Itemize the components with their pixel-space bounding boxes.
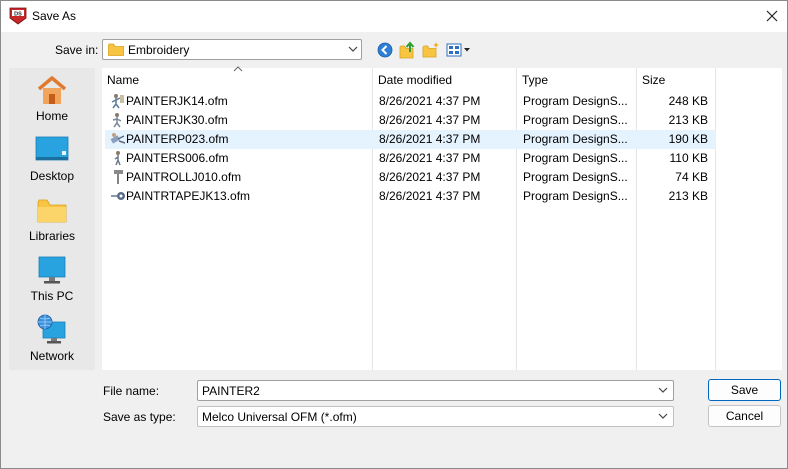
this-pc-icon xyxy=(38,256,66,284)
file-type: Program DesignS... xyxy=(523,189,628,203)
place-network[interactable]: Network xyxy=(9,312,95,370)
file-name-input[interactable]: PAINTER2 xyxy=(197,380,674,401)
sort-ascending-icon xyxy=(233,66,243,72)
file-name: PAINTERP023.ofm xyxy=(126,132,229,146)
file-name-value: PAINTER2 xyxy=(202,384,260,398)
file-size: 248 KB xyxy=(668,94,708,108)
file-name: PAINTERJK30.ofm xyxy=(126,113,228,127)
file-type: Program DesignS... xyxy=(523,132,628,146)
place-this-pc[interactable]: This PC xyxy=(9,252,95,310)
close-icon xyxy=(766,10,778,22)
file-name-label: File name: xyxy=(103,384,160,398)
column-header-size-label: Size xyxy=(642,73,666,87)
file-date: 8/26/2021 4:37 PM xyxy=(379,94,481,108)
embroidery-file-icon xyxy=(114,151,121,166)
up-folder-button[interactable] xyxy=(398,40,418,60)
cancel-button[interactable]: Cancel xyxy=(708,405,781,427)
column-header-type-label: Type xyxy=(522,73,549,87)
up-folder-icon xyxy=(399,41,415,59)
file-name: PAINTERS006.ofm xyxy=(126,151,229,165)
file-row[interactable]: PAINTERS006.ofm 8/26/2021 4:37 PM Progra… xyxy=(105,149,716,168)
save-as-type-value: Melco Universal OFM (*.ofm) xyxy=(202,410,357,424)
file-row[interactable]: PAINTRTAPEJK13.ofm 8/26/2021 4:37 PM Pro… xyxy=(105,187,716,206)
place-network-label: Network xyxy=(29,349,74,363)
embroidery-file-icon xyxy=(112,113,122,128)
file-date: 8/26/2021 4:37 PM xyxy=(379,113,481,127)
designshop-app-icon: DS xyxy=(9,7,27,25)
new-folder-icon xyxy=(422,42,439,58)
file-name: PAINTROLLJ010.ofm xyxy=(126,170,242,184)
window-title: Save As xyxy=(32,9,77,23)
save-as-type-label: Save as type: xyxy=(103,410,176,424)
column-header-type[interactable]: Type xyxy=(517,68,637,92)
file-size: 213 KB xyxy=(668,113,708,127)
file-date: 8/26/2021 4:37 PM xyxy=(379,189,481,203)
chevron-down-icon xyxy=(658,387,668,393)
chevron-down-icon xyxy=(348,46,358,52)
save-as-type-dropdown[interactable]: Melco Universal OFM (*.ofm) xyxy=(197,406,674,427)
svg-text:DS: DS xyxy=(14,11,22,17)
libraries-icon xyxy=(37,199,67,223)
file-date: 8/26/2021 4:37 PM xyxy=(379,151,481,165)
file-row[interactable]: PAINTROLLJ010.ofm 8/26/2021 4:37 PM Prog… xyxy=(105,168,716,187)
back-button[interactable] xyxy=(375,40,395,60)
desktop-icon xyxy=(35,136,69,161)
place-libraries[interactable]: Libraries xyxy=(9,192,95,250)
column-header-name-label: Name xyxy=(107,73,140,87)
view-menu-button[interactable] xyxy=(446,40,472,60)
file-size: 110 KB xyxy=(669,151,708,165)
file-row-selected[interactable]: PAINTERP023.ofm 8/26/2021 4:37 PM Progra… xyxy=(105,130,716,149)
file-type: Program DesignS... xyxy=(523,170,628,184)
place-desktop[interactable]: Desktop xyxy=(9,132,95,190)
place-home-label: Home xyxy=(35,109,68,123)
back-icon xyxy=(377,42,393,58)
file-date: 8/26/2021 4:37 PM xyxy=(379,170,481,184)
network-icon xyxy=(37,314,66,344)
file-type: Program DesignS... xyxy=(523,151,628,165)
place-desktop-label: Desktop xyxy=(29,169,75,183)
save-in-dropdown[interactable]: Embroidery xyxy=(102,39,362,60)
embroidery-file-icon xyxy=(111,94,124,109)
column-header-date[interactable]: Date modified xyxy=(373,68,517,92)
file-type: Program DesignS... xyxy=(523,94,628,108)
close-button[interactable] xyxy=(759,5,785,27)
save-as-dialog: DS Save As Save in: Embroidery Home Desk… xyxy=(0,0,788,469)
save-button[interactable]: Save xyxy=(708,379,781,401)
column-header-date-label: Date modified xyxy=(378,73,453,87)
home-icon xyxy=(37,76,67,104)
place-home[interactable]: Home xyxy=(9,72,95,130)
place-libraries-label: Libraries xyxy=(28,229,76,243)
embroidery-file-icon xyxy=(111,192,125,200)
view-menu-icon xyxy=(446,43,470,57)
save-in-value: Embroidery xyxy=(128,43,190,57)
file-name: PAINTRTAPEJK13.ofm xyxy=(126,189,251,203)
file-size: 74 KB xyxy=(675,170,708,184)
embroidery-file-icon xyxy=(114,170,123,184)
chevron-down-icon xyxy=(658,413,668,419)
column-header-name[interactable]: Name xyxy=(102,66,373,92)
file-list[interactable]: Name Date modified Type Size PAINTERJK14… xyxy=(102,66,782,370)
file-row[interactable]: PAINTERJK30.ofm 8/26/2021 4:37 PM Progra… xyxy=(105,111,716,130)
file-row[interactable]: PAINTERJK14.ofm 8/26/2021 4:37 PM Progra… xyxy=(105,92,716,111)
places-bar: Home Desktop Libraries This PC Network xyxy=(9,68,95,370)
title-bar: DS Save As xyxy=(1,1,787,32)
file-size: 213 KB xyxy=(668,189,708,203)
file-size: 190 KB xyxy=(668,132,708,146)
place-this-pc-label: This PC xyxy=(30,289,74,303)
embroidery-file-icon xyxy=(110,133,126,144)
file-date: 8/26/2021 4:37 PM xyxy=(379,132,481,146)
file-type: Program DesignS... xyxy=(523,113,628,127)
folder-icon xyxy=(108,43,124,56)
new-folder-button[interactable] xyxy=(421,40,441,60)
column-header-size[interactable]: Size xyxy=(637,68,716,92)
file-name: PAINTERJK14.ofm xyxy=(126,94,228,108)
save-in-label: Save in: xyxy=(55,43,99,57)
